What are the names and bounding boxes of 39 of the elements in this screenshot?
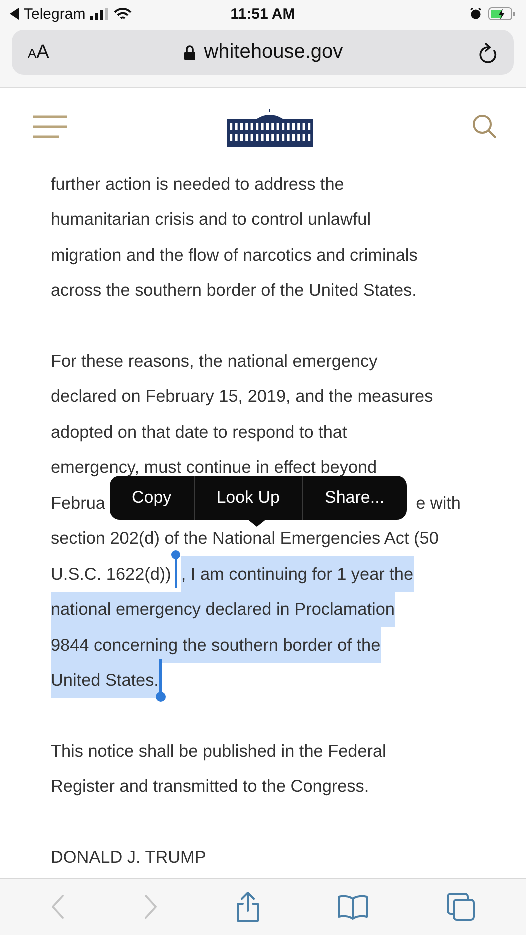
body-text: humanitarian crisis and to control unlawful [51, 208, 372, 230]
selection-start-handle[interactable] [171, 550, 182, 588]
reload-icon[interactable] [478, 42, 498, 64]
selected-text: 9844 concerning the southern border of the [51, 627, 381, 662]
clock-time: 11:51 AM [230, 6, 296, 22]
url-text[interactable]: whitehouse.gov [204, 41, 344, 64]
text-size-button[interactable]: AA [28, 42, 50, 64]
menu-icon[interactable] [32, 115, 68, 139]
selected-text: national emergency declared in Proclamation [51, 592, 395, 627]
battery-icon [488, 7, 516, 21]
building-logo[interactable] [226, 107, 314, 147]
body-text: emergency, must continue in effect beyond [51, 456, 378, 478]
lock-icon [184, 44, 196, 60]
body-text: This notice shall be published in the Federal [51, 740, 386, 762]
body-text: section 202(d) of the National Emergencies Act (50 [51, 527, 439, 550]
book-icon [337, 894, 370, 920]
search-icon[interactable] [472, 114, 498, 140]
share-icon [234, 891, 261, 923]
chevron-right-icon [142, 894, 159, 920]
body-text: DONALD J. TRUMP [51, 846, 206, 868]
body-text: further action is needed to address the [51, 172, 344, 195]
back-to-app-link[interactable]: Telegram [24, 6, 86, 22]
body-text: declared on February 15, 2019, and the measures [51, 385, 434, 408]
signal-icon [90, 8, 110, 20]
body-text: U.S.C. 1622(d)) [51, 562, 172, 585]
back-arrow-icon[interactable] [10, 8, 20, 20]
body-text: For these reasons, the national emergency [51, 350, 378, 372]
body-text: Register and transmitted to the Congress. [51, 775, 370, 798]
alarm-icon [470, 8, 482, 20]
body-text: Februa [51, 492, 106, 514]
body-text: e with [416, 492, 461, 514]
tabs-icon [446, 892, 476, 922]
body-text: across the southern border of the United States. [51, 279, 417, 302]
body-text: migration and the flow of narcotics and criminals [51, 244, 418, 266]
chevron-left-icon [50, 894, 66, 920]
wifi-icon [114, 8, 132, 20]
body-text: adopted on that date to respond to that [51, 420, 348, 443]
menu-item[interactable]: Share... [302, 476, 407, 520]
menu-item[interactable]: Copy [110, 476, 194, 520]
